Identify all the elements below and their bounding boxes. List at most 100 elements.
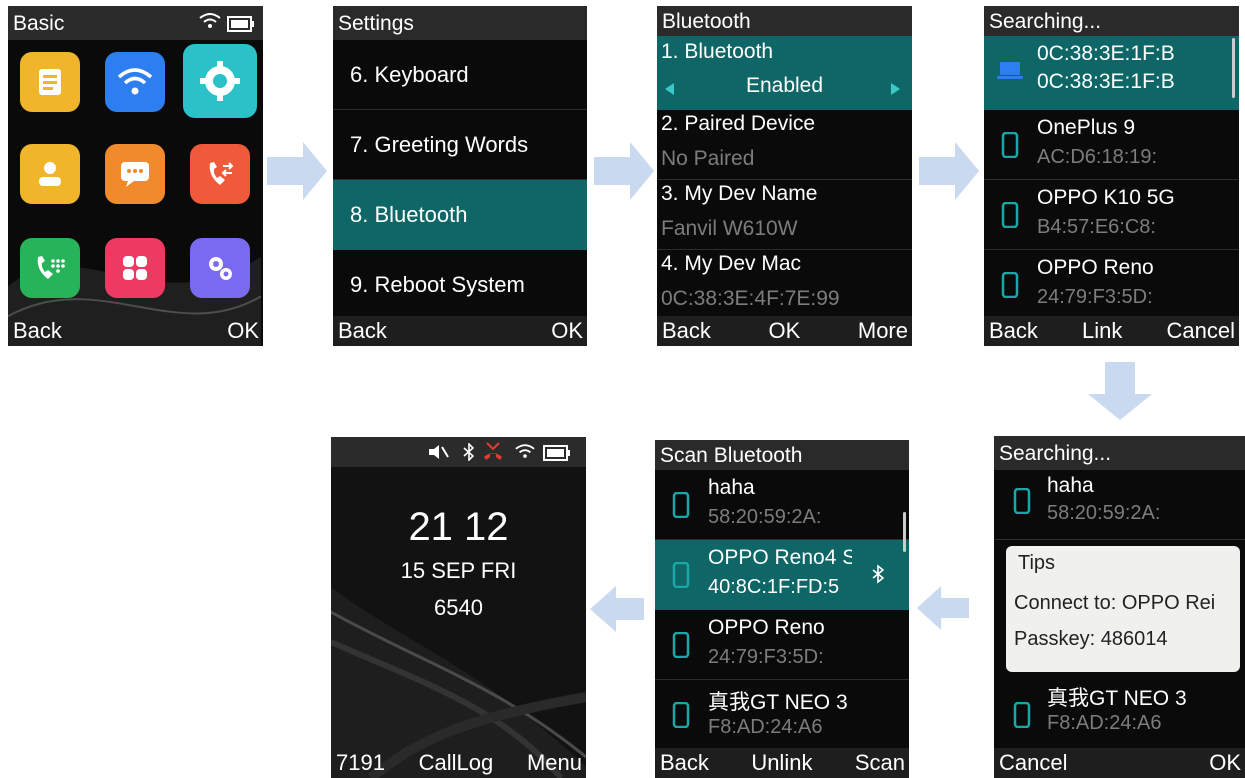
bluetooth-connected-icon <box>871 564 885 589</box>
screen-searching-list: Searching... 0C:38:3E:1F:B 0C:38:3E:1F:B… <box>984 6 1239 346</box>
status-bar: Basic <box>8 6 263 40</box>
device-list-item[interactable]: OPPO Reno 24:79:F3:5D: <box>655 610 909 680</box>
screen-scan-bluetooth: Scan Bluetooth haha 58:20:59:2A: OPPO Re… <box>655 440 909 778</box>
title-bar: Settings <box>333 6 587 40</box>
call-history-icon[interactable] <box>190 144 250 204</box>
chevron-right-icon[interactable] <box>890 82 900 100</box>
wifi-icon[interactable] <box>105 52 165 112</box>
status-bar <box>331 437 586 467</box>
device-mac: 40:8C:1F:FD:5 <box>708 576 840 598</box>
device-list-item[interactable]: 真我GT NEO 3 F8:AD:24:A6 <box>994 674 1245 744</box>
device-list-item[interactable]: haha 58:20:59:2A: <box>994 470 1245 540</box>
screen-settings: Settings 6. Keyboard 7. Greeting Words 8… <box>333 6 587 346</box>
phone-icon <box>999 201 1021 229</box>
menu-item-label: 8. Bluetooth <box>350 202 468 227</box>
ok-softkey[interactable]: OK <box>551 318 583 344</box>
bluetooth-toggle-row[interactable]: 1. Bluetooth Enabled <box>657 36 912 110</box>
device-list-item-connected[interactable]: OPPO Reno4 S 40:8C:1F:FD:5 <box>655 540 909 610</box>
ok-softkey[interactable]: OK <box>227 318 259 344</box>
device-list-item[interactable]: OPPO Reno 24:79:F3:5D: <box>984 250 1239 320</box>
advanced-settings-icon[interactable] <box>190 238 250 298</box>
device-name: OPPO K10 5G <box>1037 186 1175 209</box>
phone-icon <box>670 701 692 729</box>
scan-softkey[interactable]: Scan <box>855 750 905 776</box>
settings-icon[interactable] <box>183 44 257 118</box>
device-mac: 24:79:F3:5D: <box>708 646 824 668</box>
unlink-softkey[interactable]: Unlink <box>751 750 812 776</box>
screen-basic-menu: Basic Back OK <box>8 6 263 346</box>
back-softkey[interactable]: Back <box>13 318 62 344</box>
softkey-bar: Back OK More <box>657 316 912 346</box>
device-list-item[interactable]: OnePlus 9 AC:D6:18:19: <box>984 110 1239 180</box>
back-softkey[interactable]: Back <box>989 318 1038 344</box>
device-mac: 0C:38:3E:1F:B <box>1037 70 1175 93</box>
dialer-icon[interactable] <box>20 238 80 298</box>
softkey-bar: Back Unlink Scan <box>655 748 909 778</box>
softkey-bar: Back Link Cancel <box>984 316 1239 346</box>
paired-device-row[interactable]: 2. Paired Device No Paired <box>657 110 912 180</box>
page-title: Basic <box>13 12 65 35</box>
back-softkey[interactable]: Back <box>660 750 709 776</box>
ok-softkey[interactable]: OK <box>1209 750 1241 776</box>
back-softkey[interactable]: Back <box>338 318 387 344</box>
messages-icon[interactable] <box>105 144 165 204</box>
laptop-icon <box>996 60 1024 86</box>
device-name: 真我GT NEO 3 <box>1047 687 1187 710</box>
flow-arrow-left-1 <box>917 586 969 630</box>
device-list-item[interactable]: OPPO K10 5G B4:57:E6:C8: <box>984 180 1239 250</box>
cancel-softkey[interactable]: Cancel <box>1167 318 1235 344</box>
more-softkey[interactable]: More <box>858 318 908 344</box>
scrollbar[interactable] <box>1232 38 1235 98</box>
device-name: OnePlus 9 <box>1037 116 1136 139</box>
page-title: Bluetooth <box>662 10 751 33</box>
softkey-bar: Back OK <box>8 316 263 346</box>
screen-idle-home: 21 12 15 SEP FRI 6540 7191 CallLog Menu <box>331 437 586 778</box>
notes-icon[interactable] <box>20 52 80 112</box>
apps-icon[interactable] <box>105 238 165 298</box>
device-mac: 58:20:59:2A: <box>1047 502 1161 524</box>
device-list-item[interactable]: 0C:38:3E:1F:B 0C:38:3E:1F:B <box>984 36 1239 110</box>
setting-value: Fanvil W610W <box>661 217 798 240</box>
page-title: Settings <box>338 12 414 35</box>
setting-label: 1. Bluetooth <box>661 40 774 63</box>
ok-softkey[interactable]: OK <box>769 318 801 344</box>
device-name: OPPO Reno <box>1037 256 1154 279</box>
clock-date: 15 SEP FRI <box>400 558 517 583</box>
menu-item-greeting-words[interactable]: 7. Greeting Words <box>333 110 587 180</box>
passkey-text: Passkey: 486014 <box>1014 628 1168 650</box>
wifi-status-icon <box>199 12 221 36</box>
setting-label: 2. Paired Device <box>661 112 816 135</box>
page-title: Searching... <box>989 10 1102 33</box>
phone-icon <box>999 271 1021 299</box>
device-name-row[interactable]: 3. My Dev Name Fanvil W610W <box>657 180 912 250</box>
phone-icon <box>670 561 692 589</box>
mute-icon <box>427 443 449 466</box>
extension-number: 6540 <box>434 595 483 620</box>
contacts-icon[interactable] <box>20 144 80 204</box>
calllog-softkey[interactable]: CallLog <box>419 750 494 776</box>
menu-item-bluetooth[interactable]: 8. Bluetooth <box>333 180 587 250</box>
flow-arrow-left-2 <box>590 586 644 632</box>
device-mac: 58:20:59:2A: <box>708 506 822 528</box>
scrollbar[interactable] <box>903 512 906 552</box>
menu-item-keyboard[interactable]: 6. Keyboard <box>333 40 587 110</box>
line-softkey[interactable]: 7191 <box>336 750 385 776</box>
flow-arrow-right-2 <box>594 142 654 200</box>
device-mac: F8:AD:24:A6 <box>1047 712 1162 734</box>
cancel-softkey[interactable]: Cancel <box>999 750 1067 776</box>
title-bar: Bluetooth <box>657 6 912 36</box>
clock-time: 21 12 <box>408 505 509 549</box>
menu-item-label: 7. Greeting Words <box>350 131 529 157</box>
phone-icon <box>1011 701 1033 729</box>
link-softkey[interactable]: Link <box>1082 318 1122 344</box>
device-mac: AC:D6:18:19: <box>1037 146 1158 168</box>
phone-icon <box>1011 487 1033 515</box>
menu-softkey[interactable]: Menu <box>527 750 582 776</box>
device-mac-row[interactable]: 4. My Dev Mac 0C:38:3E:4F:7E:99 <box>657 250 912 320</box>
menu-item-reboot-system[interactable]: 9. Reboot System <box>333 250 587 320</box>
device-list-item[interactable]: 真我GT NEO 3 F8:AD:24:A6 <box>655 680 909 750</box>
back-softkey[interactable]: Back <box>662 318 711 344</box>
device-list-item[interactable]: haha 58:20:59:2A: <box>655 470 909 540</box>
tips-title: Tips <box>1018 552 1056 574</box>
setting-value: 0C:38:3E:4F:7E:99 <box>661 287 840 310</box>
